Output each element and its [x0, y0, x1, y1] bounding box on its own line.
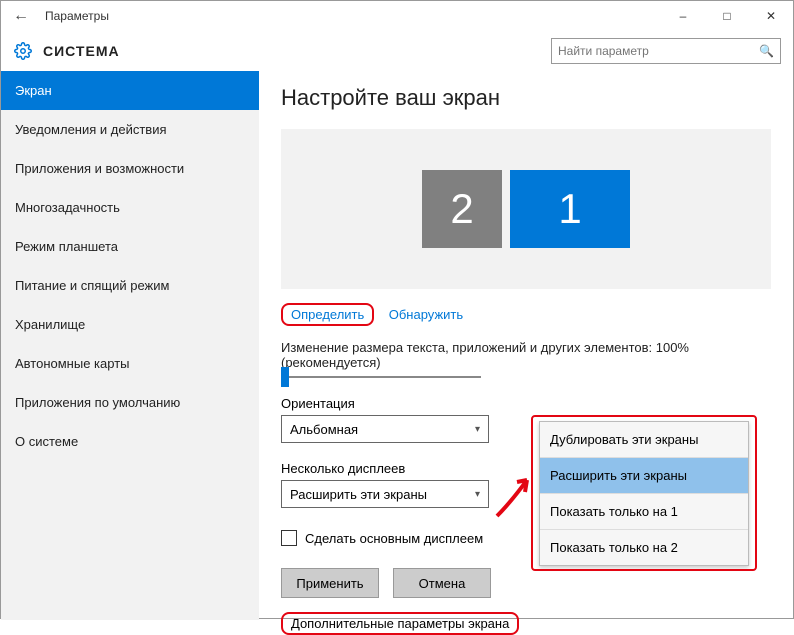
sidebar-item-notifications[interactable]: Уведомления и действия — [1, 110, 259, 149]
sidebar-item-apps[interactable]: Приложения и возможности — [1, 149, 259, 188]
slider-thumb[interactable] — [281, 367, 289, 387]
titlebar: ← Параметры ‒ □ ✕ — [1, 1, 793, 31]
close-button[interactable]: ✕ — [749, 1, 793, 31]
scale-label: Изменение размера текста, приложений и д… — [281, 340, 771, 370]
monitor-2[interactable]: 2 — [422, 170, 502, 248]
header: СИСТЕМА 🔍 — [1, 31, 793, 71]
search-icon: 🔍 — [759, 44, 774, 58]
dropdown-option-extend[interactable]: Расширить эти экраны — [540, 458, 748, 494]
section-title: СИСТЕМА — [43, 43, 120, 59]
cancel-button[interactable]: Отмена — [393, 568, 491, 598]
chevron-down-icon: ▾ — [475, 489, 480, 500]
sidebar: Экран Уведомления и действия Приложения … — [1, 71, 259, 620]
dropdown-option-only1[interactable]: Показать только на 1 — [540, 494, 748, 530]
detect-link[interactable]: Обнаружить — [389, 307, 463, 322]
monitor-1[interactable]: 1 — [510, 170, 630, 248]
gear-icon — [13, 41, 33, 61]
window-title: Параметры — [45, 9, 109, 23]
primary-checkbox[interactable] — [281, 530, 297, 546]
maximize-button[interactable]: □ — [705, 1, 749, 31]
sidebar-item-about[interactable]: О системе — [1, 422, 259, 461]
sidebar-item-multitasking[interactable]: Многозадачность — [1, 188, 259, 227]
sidebar-item-maps[interactable]: Автономные карты — [1, 344, 259, 383]
display-preview[interactable]: 2 1 — [281, 129, 771, 289]
scale-slider[interactable] — [281, 376, 771, 378]
apply-button[interactable]: Применить — [281, 568, 379, 598]
multidisplay-dropdown[interactable]: Дублировать эти экраны Расширить эти экр… — [539, 421, 749, 566]
sidebar-item-default-apps[interactable]: Приложения по умолчанию — [1, 383, 259, 422]
multidisplay-select[interactable]: Расширить эти экраны ▾ — [281, 480, 489, 508]
sidebar-item-screen[interactable]: Экран — [1, 71, 259, 110]
identify-highlight: Определить — [281, 303, 374, 326]
orientation-select[interactable]: Альбомная ▾ — [281, 415, 489, 443]
sidebar-item-tablet[interactable]: Режим планшета — [1, 227, 259, 266]
dropdown-option-only2[interactable]: Показать только на 2 — [540, 530, 748, 565]
dropdown-option-duplicate[interactable]: Дублировать эти экраны — [540, 422, 748, 458]
window-controls: ‒ □ ✕ — [661, 1, 793, 31]
advanced-link-highlight: Дополнительные параметры экрана — [281, 612, 519, 635]
orientation-label: Ориентация — [281, 396, 771, 411]
orientation-value: Альбомная — [290, 422, 358, 437]
sidebar-item-power[interactable]: Питание и спящий режим — [1, 266, 259, 305]
minimize-button[interactable]: ‒ — [661, 1, 705, 31]
search-box[interactable]: 🔍 — [551, 38, 781, 64]
identify-link[interactable]: Определить — [291, 307, 364, 322]
sidebar-item-storage[interactable]: Хранилище — [1, 305, 259, 344]
primary-checkbox-label: Сделать основным дисплеем — [305, 531, 483, 546]
multidisplay-value: Расширить эти экраны — [290, 487, 427, 502]
chevron-down-icon: ▾ — [475, 424, 480, 435]
search-input[interactable] — [558, 44, 759, 58]
back-button[interactable]: ← — [9, 4, 33, 28]
advanced-link[interactable]: Дополнительные параметры экрана — [291, 616, 509, 631]
page-title: Настройте ваш экран — [281, 85, 771, 111]
